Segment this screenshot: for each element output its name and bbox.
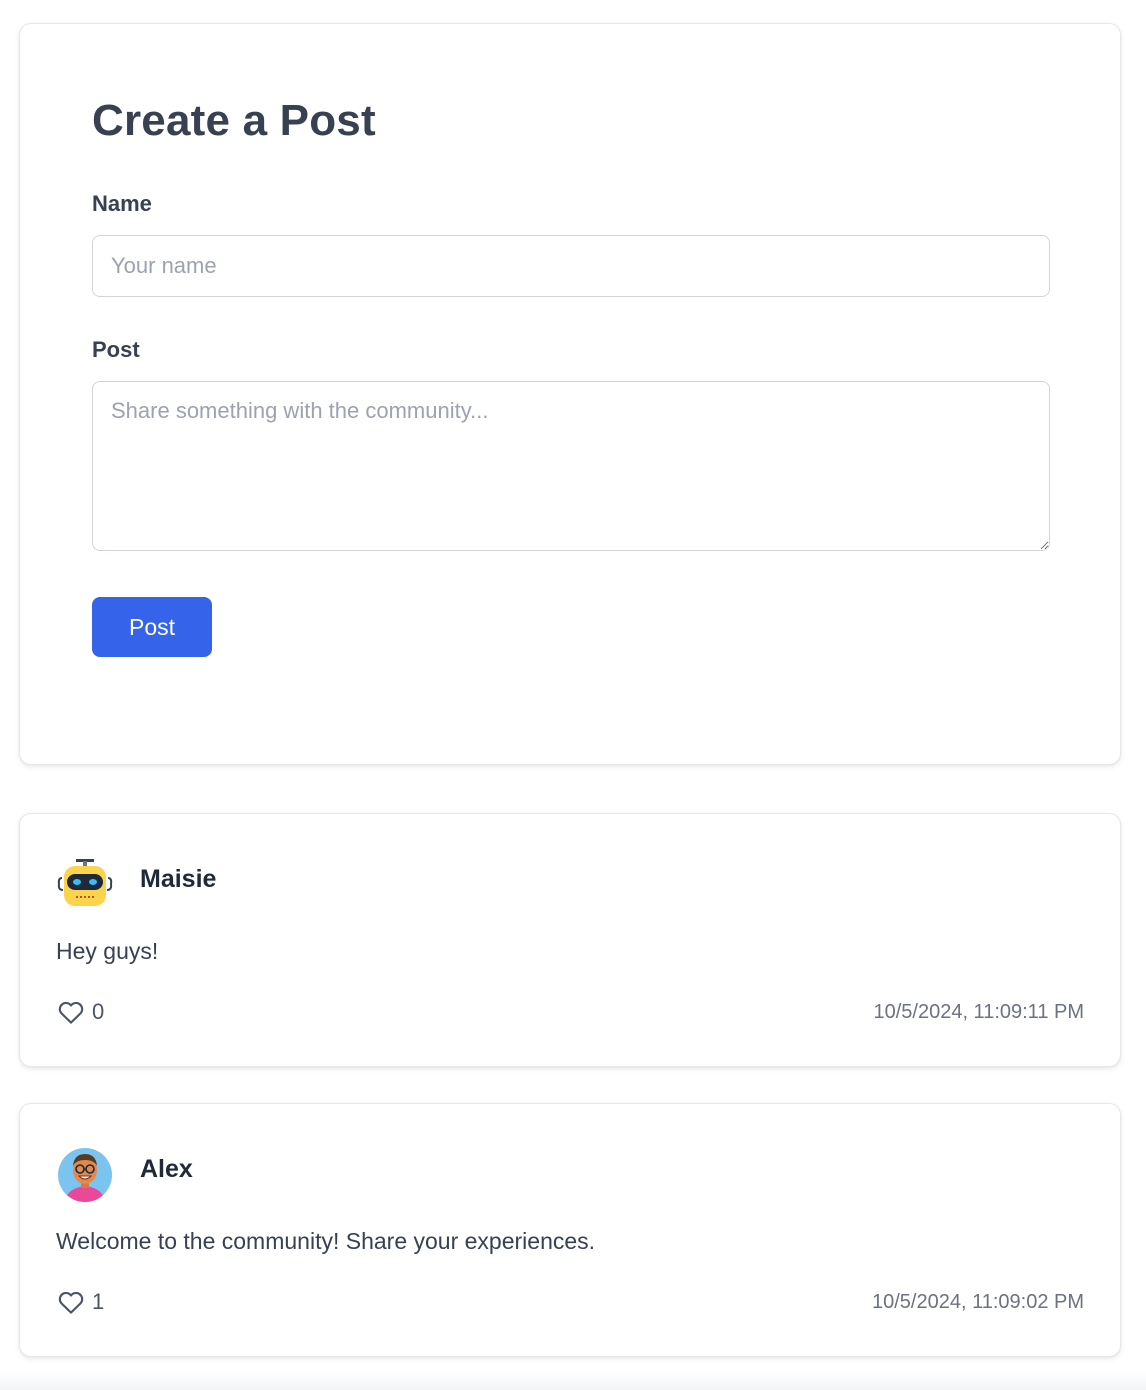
name-label: Name: [92, 191, 152, 216]
like-button[interactable]: 1: [56, 1287, 104, 1317]
create-post-card: Create a Post Name Post Post: [19, 23, 1121, 765]
post-content: Welcome to the community! Share your exp…: [56, 1228, 596, 1254]
post-content: Hey guys!: [56, 938, 159, 964]
post-textarea[interactable]: [92, 381, 1050, 551]
like-count: 0: [92, 999, 105, 1024]
post-author: Maisie: [140, 865, 217, 893]
heart-icon: [58, 1001, 84, 1024]
post-timestamp: 10/5/2024, 11:09:02 PM: [871, 1291, 1084, 1313]
page-title: Create a Post: [92, 96, 376, 145]
post-label: Post: [92, 337, 140, 362]
post-timestamp: 10/5/2024, 11:09:11 PM: [873, 1001, 1084, 1023]
post-author: Alex: [140, 1155, 193, 1183]
heart-icon: [58, 1291, 84, 1314]
person-glasses-avatar-icon: [58, 1148, 112, 1202]
post-submit-button[interactable]: Post: [92, 597, 212, 657]
post-card: Alex Welcome to the community! Share you…: [19, 1103, 1121, 1357]
post-card: Maisie Hey guys! 0 10/5/2024, 11:09:11 P…: [19, 813, 1121, 1067]
like-count: 1: [92, 1289, 105, 1314]
robot-avatar-icon: [57, 859, 113, 906]
like-button[interactable]: 0: [56, 997, 104, 1027]
name-input[interactable]: [92, 235, 1050, 297]
page: Create a Post Name Post Post Maisie: [0, 0, 1146, 1390]
